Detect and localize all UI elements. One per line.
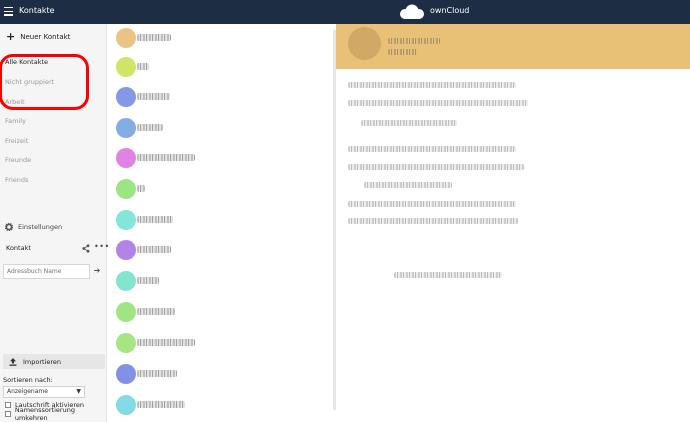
blurred-detail-field[interactable] xyxy=(364,182,452,188)
plus-icon: + xyxy=(6,30,16,43)
detail-avatar[interactable] xyxy=(348,27,381,60)
blurred-detail-field[interactable] xyxy=(348,201,516,207)
avatar xyxy=(116,333,136,353)
reverse-sort-label: Namenssortierung umkehren xyxy=(14,406,75,422)
avatar xyxy=(116,118,136,138)
contact-list-item[interactable] xyxy=(113,146,333,170)
import-button[interactable]: Importieren xyxy=(3,354,105,369)
avatar xyxy=(116,302,136,322)
app-navigation: + Neuer Kontakt Alle Kontakte Nicht grup… xyxy=(0,24,109,422)
group-freunde[interactable]: Freunde xyxy=(5,154,31,166)
blurred-contact-name xyxy=(137,401,185,408)
contact-list-item[interactable] xyxy=(113,269,333,293)
contact-list-item[interactable] xyxy=(113,55,333,79)
reverse-sort-checkbox[interactable] xyxy=(5,411,11,417)
upload-icon xyxy=(9,357,17,366)
contact-list-item[interactable] xyxy=(113,362,333,386)
avatar xyxy=(116,210,136,230)
blurred-contact-name xyxy=(137,185,145,192)
blurred-detail-field[interactable] xyxy=(348,164,524,170)
blurred-detail-field[interactable] xyxy=(394,272,502,278)
contact-list-item[interactable] xyxy=(113,331,333,355)
blurred-contact-name xyxy=(137,308,175,315)
new-contact-label: Neuer Kontakt xyxy=(20,33,71,41)
blurred-contact-name xyxy=(137,34,171,41)
contact-list-item[interactable] xyxy=(113,208,333,232)
addressbook-row: Kontakt ••• xyxy=(6,242,109,255)
blurred-detail-field[interactable] xyxy=(348,100,528,106)
contact-list-item[interactable] xyxy=(113,393,333,417)
avatar xyxy=(116,87,136,107)
blurred-contact-name xyxy=(137,370,177,377)
blurred-detail-org[interactable] xyxy=(388,49,418,55)
sort-selected-value: Anzeigename xyxy=(7,388,48,395)
settings-label: Einstellungen xyxy=(18,223,63,231)
blurred-contact-name xyxy=(137,93,170,100)
avatar xyxy=(116,364,136,384)
avatar xyxy=(116,28,136,48)
contact-details xyxy=(336,24,690,422)
sort-label: Sortieren nach: xyxy=(3,376,53,384)
avatar xyxy=(116,240,136,260)
new-contact-button[interactable]: + Neuer Kontakt xyxy=(6,31,70,43)
group-family[interactable]: Family xyxy=(5,115,26,127)
contact-list-item[interactable] xyxy=(113,116,333,140)
settings-button[interactable]: Einstellungen xyxy=(5,221,62,233)
contact-list-item[interactable] xyxy=(113,26,333,50)
import-label: Importieren xyxy=(23,357,62,366)
top-bar: Kontakte ownCloud xyxy=(0,0,690,24)
blurred-detail-field[interactable] xyxy=(348,146,516,152)
reverse-sort-checkbox-row[interactable]: Namenssortierung umkehren xyxy=(5,406,106,422)
app-title[interactable]: Kontakte xyxy=(19,6,55,15)
contact-list-item[interactable] xyxy=(113,85,333,109)
blurred-contact-name xyxy=(137,154,195,161)
contact-list-item[interactable] xyxy=(113,300,333,324)
blurred-detail-field[interactable] xyxy=(348,218,518,224)
phonetic-checkbox[interactable] xyxy=(5,402,11,408)
blurred-contact-name xyxy=(137,246,171,253)
blurred-detail-field[interactable] xyxy=(348,82,516,88)
blurred-detail-field[interactable] xyxy=(361,120,457,126)
blurred-contact-name xyxy=(137,277,159,284)
arrow-right-icon[interactable]: ➔ xyxy=(91,264,103,279)
blurred-contact-name xyxy=(137,216,173,223)
gear-icon xyxy=(5,223,13,231)
avatar xyxy=(116,57,136,77)
red-annotation-circle xyxy=(0,54,89,110)
addressbook-label: Kontakt xyxy=(6,244,31,252)
contact-list-item[interactable] xyxy=(113,238,333,262)
blurred-detail-name[interactable] xyxy=(388,38,440,44)
avatar xyxy=(116,148,136,168)
contact-details-header xyxy=(336,24,690,69)
hamburger-menu-icon[interactable] xyxy=(4,7,13,16)
group-freizeit[interactable]: Freizeit xyxy=(5,135,28,147)
avatar xyxy=(116,395,136,415)
sort-select[interactable]: Anzeigename ▼ xyxy=(3,386,85,398)
avatar xyxy=(116,271,136,291)
avatar xyxy=(116,179,136,199)
addressbook-name-input[interactable] xyxy=(3,264,90,279)
blurred-contact-name xyxy=(137,63,149,70)
share-icon[interactable] xyxy=(82,244,90,253)
contact-list-item[interactable] xyxy=(113,177,333,201)
blurred-contact-name xyxy=(137,124,163,131)
contact-list xyxy=(108,24,336,422)
group-friends[interactable]: Friends xyxy=(5,174,28,186)
owncloud-cloud-logo-icon[interactable] xyxy=(397,4,427,20)
blurred-contact-name xyxy=(137,339,195,346)
dropdown-arrow-icon: ▼ xyxy=(76,388,81,395)
brand-name: ownCloud xyxy=(430,6,470,15)
